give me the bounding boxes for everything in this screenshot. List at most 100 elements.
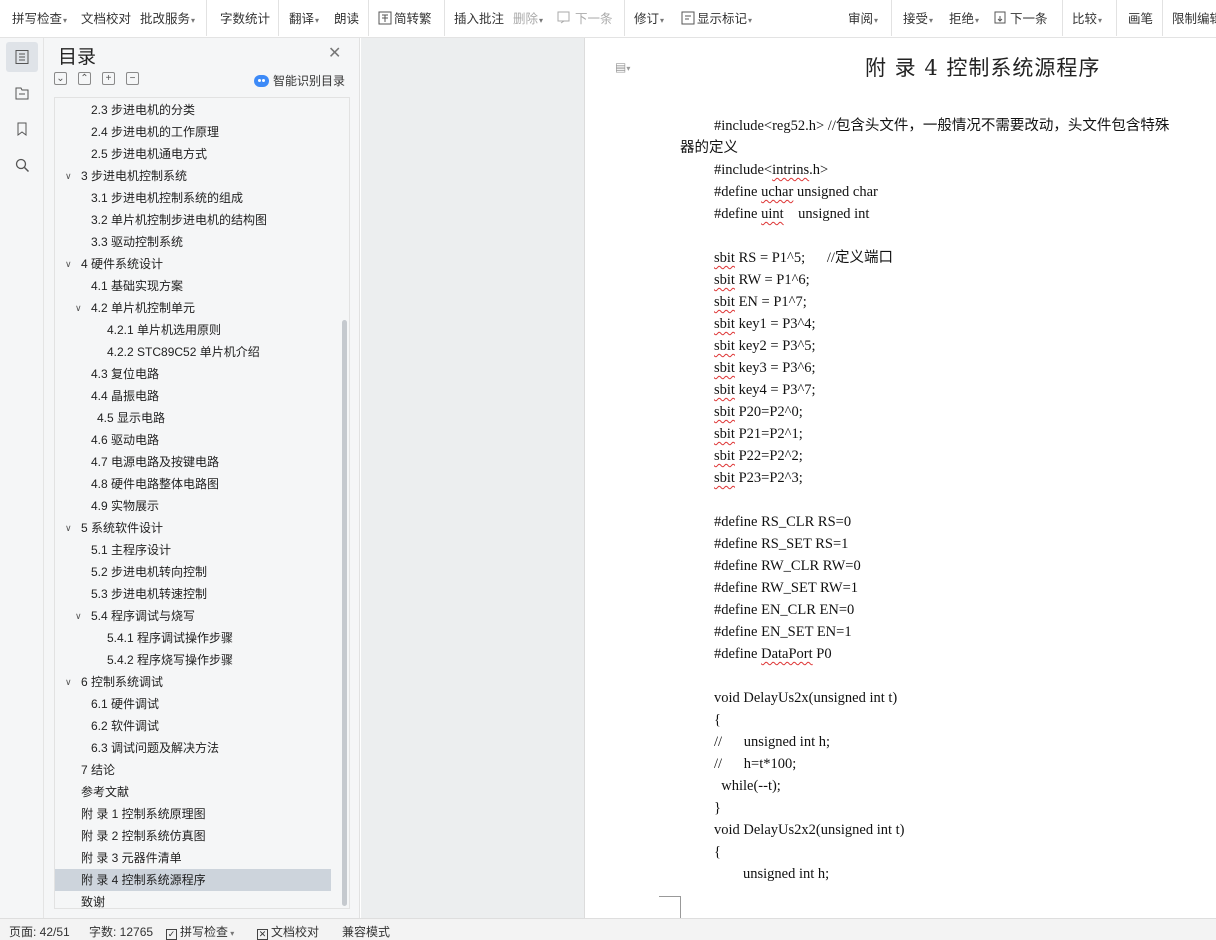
toc-item[interactable]: ∨ 3 步进电机控制系统 xyxy=(55,165,331,187)
ink-label: 画笔 xyxy=(1128,12,1154,26)
page-indicator[interactable]: 页面: 42/51 xyxy=(9,923,70,940)
toc-item-label: 6.3 调试问题及解决方法 xyxy=(91,741,220,755)
toc-item[interactable]: 3.3 驱动控制系统 xyxy=(55,231,331,253)
toc-item[interactable]: 5.2 步进电机转向控制 xyxy=(55,561,331,583)
toc-item[interactable]: 4.8 硬件电路整体电路图 xyxy=(55,473,331,495)
toc-item[interactable]: 4.2.1 单片机选用原则 xyxy=(55,319,331,341)
toc-item[interactable]: ∨ 4.2 单片机控制单元 xyxy=(55,297,331,319)
toc-item[interactable]: 4.2.2 STC89C52 单片机介绍 xyxy=(55,341,331,363)
toc-item[interactable]: 附 录 2 控制系统仿真图 xyxy=(55,825,331,847)
toc-item[interactable]: 3.2 单片机控制步进电机的结构图 xyxy=(55,209,331,231)
status-doc-proofread[interactable]: ✕ 文档校对 xyxy=(257,923,319,940)
status-spell-check[interactable]: ✓ 拼写检查 ▾ xyxy=(166,923,234,940)
toc-item-label: 5.4.2 程序烧写操作步骤 xyxy=(107,653,234,667)
toc-item[interactable]: 4.4 晶振电路 xyxy=(55,385,331,407)
chevron-down-icon: ▾ xyxy=(228,929,235,938)
code-line: sbit EN = P1^7; xyxy=(714,294,807,310)
code-line: #define RW_CLR RW=0 xyxy=(714,558,861,574)
chevron-down-icon[interactable]: ∨ xyxy=(65,517,72,539)
expand-level-icon[interactable]: ⌃ xyxy=(78,72,91,85)
toc-item-label: 6.1 硬件调试 xyxy=(91,697,160,711)
toc-item[interactable]: 5.4.2 程序烧写操作步骤 xyxy=(55,649,331,671)
word-count-indicator[interactable]: 字数: 12765 xyxy=(89,923,153,940)
toc-item[interactable]: 2.4 步进电机的工作原理 xyxy=(55,121,331,143)
remove-heading-icon[interactable]: − xyxy=(126,72,139,85)
page-options-icon[interactable]: ▤▾ xyxy=(615,60,630,74)
toc-item[interactable]: 2.3 步进电机的分类 xyxy=(55,99,331,121)
toc-item-label: 5.4 程序调试与烧写 xyxy=(91,609,196,623)
collapse-all-icon[interactable]: ⌄ xyxy=(54,72,67,85)
code-line: #define uint unsigned int xyxy=(714,206,870,222)
document-page[interactable]: ▤▾ 附 录 4 控制系统源程序 #include<reg52.h> //包含头… xyxy=(584,38,1216,918)
add-heading-icon[interactable]: + xyxy=(102,72,115,85)
toc-item-label: 5.2 步进电机转向控制 xyxy=(91,565,208,579)
code-line: sbit RW = P1^6; xyxy=(714,272,810,288)
chevron-down-icon[interactable]: ∨ xyxy=(65,165,72,187)
ai-robot-icon xyxy=(254,75,269,87)
code-line: #define RW_SET RW=1 xyxy=(714,580,859,596)
code-line: #define EN_SET EN=1 xyxy=(714,624,852,640)
toc-item[interactable]: ∨ 5 系统软件设计 xyxy=(55,517,331,539)
review-label: 审阅 xyxy=(848,12,874,26)
toc-item-label: 4.7 电源电路及按键电路 xyxy=(91,455,220,469)
reject-label: 拒绝 xyxy=(949,12,975,26)
chevron-down-icon: ▾ xyxy=(660,16,665,25)
toc-item[interactable]: 4.1 基础实现方案 xyxy=(55,275,331,297)
toc-item[interactable]: 4.6 驱动电路 xyxy=(55,429,331,451)
toc-item[interactable]: 4.7 电源电路及按键电路 xyxy=(55,451,331,473)
code-line: #define uchar unsigned char xyxy=(714,184,878,200)
toc-item[interactable]: 7 结论 xyxy=(55,759,331,781)
compare-label: 比较 xyxy=(1072,12,1098,26)
toc-panel: 目录 ✕ ⌄ ⌃ + − 智能识别目录 2.3 步进电机的分类 2.4 步进电机的… xyxy=(44,38,360,918)
toc-item[interactable]: 5.1 主程序设计 xyxy=(55,539,331,561)
toc-item[interactable]: ∨ 5.4 程序调试与烧写 xyxy=(55,605,331,627)
toc-item-label: 附 录 3 元器件清单 xyxy=(81,851,182,865)
divider xyxy=(278,0,279,36)
toc-item[interactable]: 3.1 步进电机控制系统的组成 xyxy=(55,187,331,209)
code-line: void DelayUs2x(unsigned int t) xyxy=(714,690,898,706)
search-icon xyxy=(15,158,30,173)
search-button[interactable] xyxy=(6,150,38,180)
toc-item[interactable]: 5.4.1 程序调试操作步骤 xyxy=(55,627,331,649)
toc-item[interactable]: 4.3 复位电路 xyxy=(55,363,331,385)
toc-item[interactable]: ∨ 6 控制系统调试 xyxy=(55,671,331,693)
chevron-down-icon[interactable]: ∨ xyxy=(65,671,72,693)
toc-item[interactable]: 附 录 3 元器件清单 xyxy=(55,847,331,869)
review-service-label: 批改服务 xyxy=(140,12,191,26)
toc-item-label: 4.2.2 STC89C52 单片机介绍 xyxy=(107,345,260,359)
toc-item[interactable]: 致谢 xyxy=(55,891,331,908)
toc-item[interactable]: 4.9 实物展示 xyxy=(55,495,331,517)
toc-item-label: 参考文献 xyxy=(81,785,130,799)
code-line: sbit P21=P2^1; xyxy=(714,426,803,442)
close-icon[interactable]: ✕ xyxy=(328,43,341,63)
toc-scrollbar[interactable] xyxy=(342,320,347,906)
next-change-icon xyxy=(994,11,1008,28)
toc-item[interactable]: 4.5 显示电路 xyxy=(55,407,331,429)
toc-item[interactable]: 附 录 1 控制系统原理图 xyxy=(55,803,331,825)
toc-item-label: 4.6 驱动电路 xyxy=(91,433,160,447)
code-line: { xyxy=(714,712,721,728)
toc-item[interactable]: 2.5 步进电机通电方式 xyxy=(55,143,331,165)
bookmark-button[interactable] xyxy=(6,114,38,144)
code-line: #define RS_SET RS=1 xyxy=(714,536,849,552)
toc-panel-button[interactable] xyxy=(6,42,38,72)
code-line: 器的定义 xyxy=(680,140,738,156)
toc-item[interactable]: 6.3 调试问题及解决方法 xyxy=(55,737,331,759)
toc-item[interactable]: 6.2 软件调试 xyxy=(55,715,331,737)
chapter-nav-button[interactable] xyxy=(6,78,38,108)
spell-check-label: 拼写检查 xyxy=(12,12,63,26)
chevron-down-icon[interactable]: ∨ xyxy=(75,605,82,627)
toc-item[interactable]: 参考文献 xyxy=(55,781,331,803)
code-line: // unsigned int h; xyxy=(714,734,830,750)
toc-item-label: 3.3 驱动控制系统 xyxy=(91,235,184,249)
toc-item-label: 6 控制系统调试 xyxy=(81,675,164,689)
chevron-down-icon[interactable]: ∨ xyxy=(75,297,82,319)
code-line: sbit P23=P2^3; xyxy=(714,470,803,486)
toc-item[interactable]: 附 录 4 控制系统源程序 xyxy=(55,869,331,891)
toc-item[interactable]: 5.3 步进电机转速控制 xyxy=(55,583,331,605)
code-line: sbit RS = P1^5; //定义端口 xyxy=(714,250,893,266)
chevron-down-icon[interactable]: ∨ xyxy=(65,253,72,275)
smart-identify-toc-button[interactable]: 智能识别目录 xyxy=(254,72,345,89)
toc-item[interactable]: 6.1 硬件调试 xyxy=(55,693,331,715)
toc-item[interactable]: ∨ 4 硬件系统设计 xyxy=(55,253,331,275)
